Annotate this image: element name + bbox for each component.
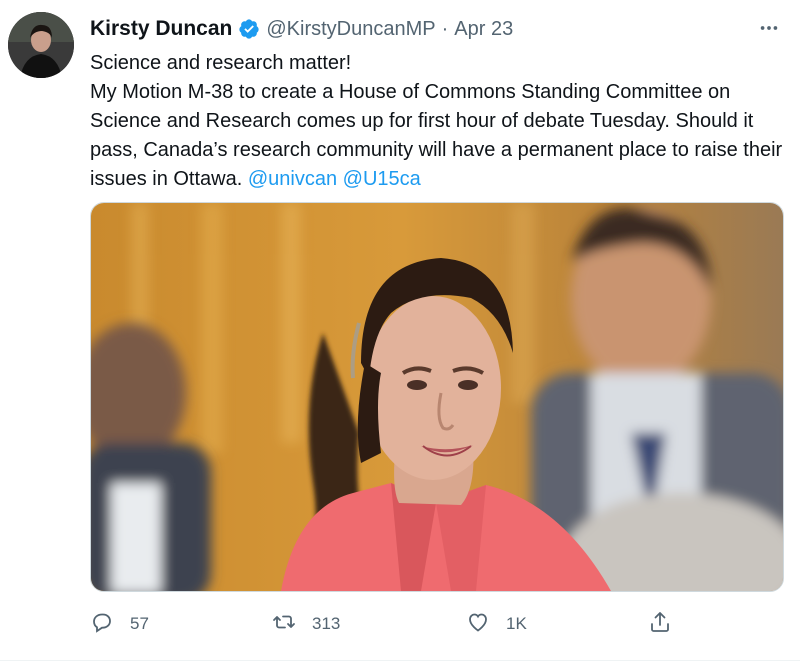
tweet-actions: 57 313 1K — [90, 607, 690, 641]
retweet-icon — [272, 610, 296, 639]
retweet-button[interactable]: 313 — [272, 607, 340, 641]
author-handle[interactable]: @KirstyDuncanMP — [266, 18, 435, 41]
tweet-line-2: My Motion M-38 to create a House of Comm… — [90, 78, 790, 194]
share-button[interactable] — [648, 607, 672, 641]
more-horizontal-icon[interactable] — [754, 14, 784, 42]
author-name[interactable]: Kirsty Duncan — [90, 17, 232, 41]
reply-icon — [90, 610, 114, 639]
mention-link[interactable]: @univcan — [248, 168, 337, 190]
tweet-line-1: Science and research matter! — [90, 52, 352, 74]
mention-link[interactable]: @U15ca — [343, 168, 421, 190]
like-count: 1K — [506, 614, 527, 633]
heart-icon — [466, 610, 490, 639]
tweet-card[interactable]: Kirsty Duncan @KirstyDuncanMP · Apr 23 S… — [0, 0, 800, 667]
tweet-text: Science and research matter! My Motion M… — [90, 49, 790, 194]
like-button[interactable]: 1K — [466, 607, 527, 641]
divider — [0, 660, 800, 661]
header-separator: · — [441, 17, 449, 40]
tweet-date[interactable]: Apr 23 — [454, 18, 513, 41]
tweet-line-2-text: My Motion M-38 to create a House of Comm… — [90, 81, 783, 190]
reply-count: 57 — [130, 614, 149, 633]
avatar[interactable] — [8, 12, 74, 78]
tweet-header: Kirsty Duncan @KirstyDuncanMP · Apr 23 — [90, 14, 513, 44]
share-icon — [648, 610, 672, 639]
tweet-photo[interactable] — [90, 202, 784, 592]
reply-button[interactable]: 57 — [90, 607, 149, 641]
retweet-count: 313 — [312, 614, 341, 633]
verified-badge-icon — [238, 18, 260, 40]
